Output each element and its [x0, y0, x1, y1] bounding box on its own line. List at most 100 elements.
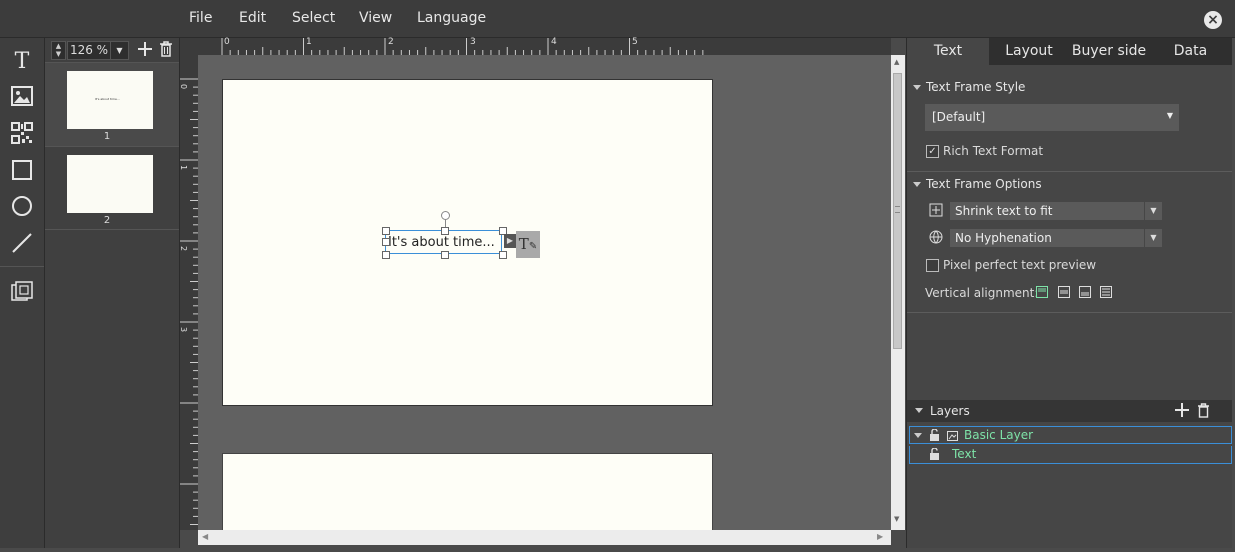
shrink-fit-icon — [929, 203, 943, 217]
section-divider — [907, 312, 1232, 313]
add-page-icon[interactable] — [137, 39, 153, 59]
delete-layer-icon[interactable] — [1197, 403, 1210, 418]
section-divider — [907, 171, 1232, 172]
tab-data[interactable]: Data — [1149, 38, 1232, 65]
layers-header: Layers — [907, 400, 1232, 422]
menu-select[interactable]: Select — [292, 10, 335, 26]
layer-row-text[interactable]: Text — [909, 446, 1232, 464]
horizontal-ruler: 0 1 2 3 4 5 — [180, 37, 891, 56]
resize-handle[interactable] — [441, 251, 449, 259]
tab-bar: Text Layout Buyer side Data — [907, 38, 1232, 65]
grip-icon — [895, 206, 900, 213]
resize-handle[interactable] — [382, 227, 390, 235]
thumbnail-text: It's about time... — [95, 97, 120, 101]
text-frame-content: It's about time... — [388, 235, 495, 250]
page-1[interactable]: It's about time... ▶ T✎ — [222, 79, 713, 406]
add-layer-icon[interactable] — [1174, 402, 1190, 418]
globe-icon — [929, 230, 943, 244]
resize-handle[interactable] — [499, 251, 507, 259]
rectangle-tool-icon[interactable] — [9, 157, 35, 183]
vertical-scrollbar[interactable]: ▲ ▼ — [891, 55, 905, 530]
chevron-down-icon[interactable]: ▼ — [1144, 229, 1162, 247]
layer-name: Basic Layer — [964, 428, 1034, 442]
page-2[interactable] — [222, 453, 713, 530]
resize-handle[interactable] — [382, 251, 390, 259]
pages-panel: ▲ ▼ 126 % ▼ It's about time... 1 2 — [45, 38, 180, 548]
qr-code-tool-icon[interactable] — [9, 120, 35, 146]
vertical-scroll-thumb[interactable] — [893, 73, 902, 349]
hyphenation-value: No Hyphenation — [955, 231, 1052, 245]
edit-text-icon[interactable]: T✎ — [516, 231, 540, 258]
svg-text:T: T — [15, 49, 30, 71]
scroll-left-icon[interactable]: ◀ — [202, 532, 208, 541]
ruler-ticks — [180, 78, 198, 525]
layer-row-basic-layer[interactable]: Basic Layer — [909, 426, 1232, 444]
ruler-number: 1 — [306, 37, 312, 47]
collapse-triangle-icon[interactable] — [913, 85, 921, 90]
chevron-down-icon: ▼ — [1166, 111, 1173, 120]
chevron-down-icon[interactable]: ▼ — [1144, 202, 1162, 220]
close-button[interactable]: × — [1204, 11, 1222, 29]
menu-file[interactable]: File — [189, 10, 212, 26]
align-middle-icon[interactable] — [1058, 286, 1070, 298]
properties-panel: Text Layout Buyer side Data Text Frame S… — [906, 38, 1232, 548]
text-frame-style-select[interactable]: [Default] ▼ — [925, 104, 1179, 131]
menu-language[interactable]: Language — [417, 10, 486, 26]
pixel-perfect-label: Pixel perfect text preview — [943, 258, 1097, 272]
style-select-value: [Default] — [932, 110, 986, 124]
line-tool-icon[interactable] — [9, 230, 35, 256]
menu-edit[interactable]: Edit — [239, 10, 266, 26]
text-frame-arrow-button[interactable]: ▶ — [504, 234, 516, 248]
align-bottom-icon[interactable] — [1079, 286, 1091, 298]
ruler-number: 3 — [179, 326, 189, 333]
ellipse-tool-icon[interactable] — [9, 193, 35, 219]
image-tool-icon[interactable] — [9, 83, 35, 109]
rotate-handle[interactable] — [441, 211, 450, 220]
ruler-number: 0 — [224, 37, 230, 47]
delete-page-icon[interactable] — [159, 41, 173, 57]
page-number: 1 — [103, 131, 111, 142]
zoom-stepper[interactable]: ▲ ▼ — [51, 41, 66, 60]
pixel-perfect-checkbox[interactable] — [926, 259, 939, 272]
image-icon[interactable] — [947, 430, 958, 441]
horizontal-scrollbar[interactable]: ◀ ▶ — [198, 530, 891, 545]
page-thumbnail-1[interactable]: It's about time... 1 — [45, 63, 179, 147]
rich-text-checkbox[interactable]: ✓ — [926, 145, 939, 158]
page-thumbnail-2[interactable]: 2 — [45, 147, 179, 230]
text-tool-icon[interactable]: T — [9, 47, 35, 73]
tab-layout[interactable]: Layout — [989, 38, 1069, 65]
align-justify-icon[interactable] — [1100, 286, 1112, 298]
fit-option-select[interactable]: Shrink text to fit — [950, 202, 1144, 220]
rich-text-label: Rich Text Format — [943, 144, 1044, 158]
section-title-text-frame-options: Text Frame Options — [926, 177, 1042, 191]
collapse-triangle-icon[interactable] — [913, 182, 921, 187]
ruler-number: 3 — [470, 37, 476, 47]
hyphenation-select[interactable]: No Hyphenation — [950, 229, 1144, 247]
vertical-alignment-label: Vertical alignment: — [925, 286, 1039, 300]
placeholder-tool-icon[interactable] — [9, 279, 35, 305]
ruler-number: 4 — [551, 37, 557, 47]
resize-handle[interactable] — [382, 238, 390, 246]
layers-title: Layers — [930, 404, 970, 418]
ruler-number: 0 — [179, 83, 189, 90]
scroll-down-icon[interactable]: ▼ — [894, 515, 899, 523]
collapse-triangle-icon[interactable] — [915, 408, 923, 413]
expand-triangle-icon[interactable] — [914, 433, 922, 438]
scroll-up-icon[interactable]: ▲ — [894, 58, 899, 66]
design-canvas[interactable]: It's about time... ▶ T✎ — [198, 55, 891, 530]
ruler-number: 1 — [179, 164, 189, 171]
tab-buyer-side[interactable]: Buyer side — [1069, 38, 1149, 65]
unlock-icon[interactable] — [929, 428, 940, 441]
ruler-number: 5 — [632, 37, 638, 47]
resize-handle[interactable] — [441, 227, 449, 235]
layer-name: Text — [952, 447, 977, 461]
ruler-number: 2 — [388, 37, 394, 47]
edit-text-glyph: T — [518, 235, 529, 253]
scroll-right-icon[interactable]: ▶ — [877, 532, 883, 541]
tab-text[interactable]: Text — [907, 38, 989, 65]
unlock-icon[interactable] — [929, 447, 940, 460]
menu-view[interactable]: View — [359, 10, 392, 26]
align-top-icon[interactable] — [1036, 286, 1048, 298]
zoom-input[interactable]: 126 % — [67, 41, 111, 60]
zoom-dropdown-button[interactable]: ▼ — [110, 41, 129, 60]
